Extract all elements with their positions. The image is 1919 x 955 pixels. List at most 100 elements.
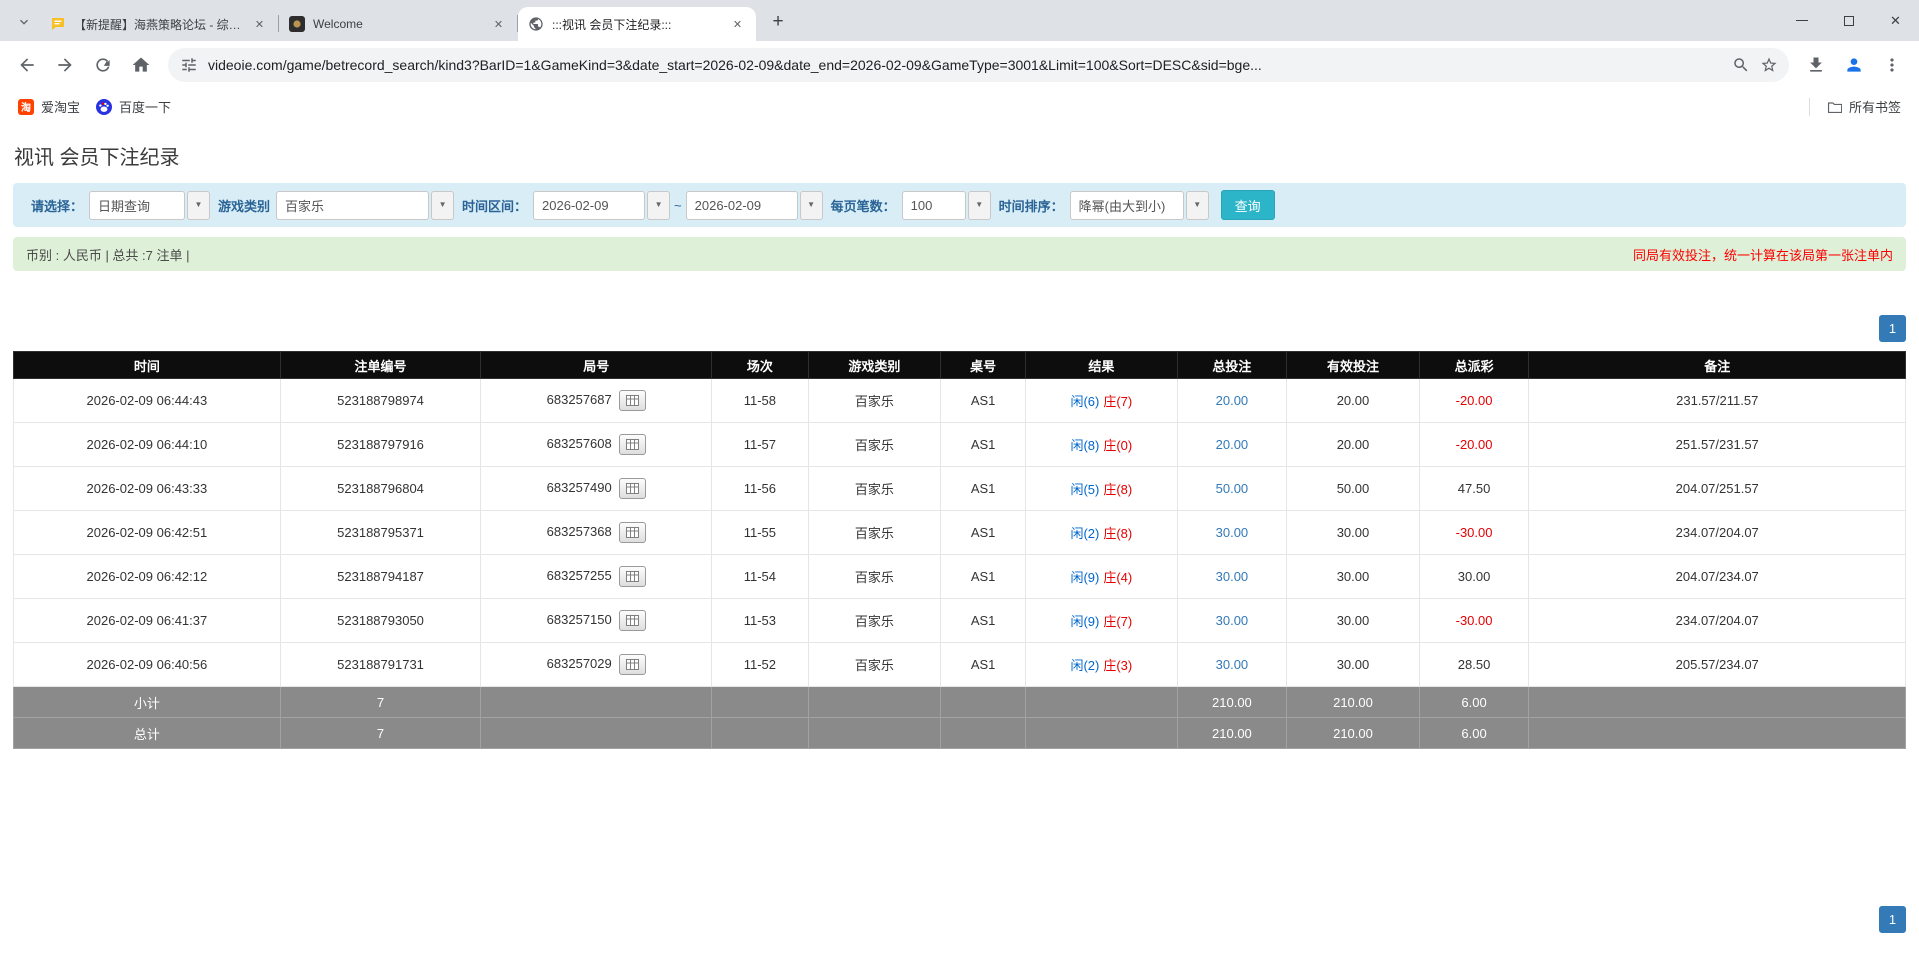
grid-icon — [625, 615, 639, 626]
round-detail-button[interactable] — [618, 478, 646, 499]
tab-welcome[interactable]: Welcome ✕ — [279, 7, 517, 41]
col-header-1: 注单编号 — [279, 351, 482, 379]
chevron-down-icon[interactable]: ▼ — [647, 190, 671, 220]
col-header-5: 桌号 — [940, 351, 1027, 379]
chevron-down-icon[interactable]: ▼ — [1185, 190, 1209, 220]
close-icon: ✕ — [1890, 12, 1901, 28]
cell-note: 234.07/204.07 — [1528, 598, 1906, 643]
downloads-button[interactable] — [1799, 48, 1833, 82]
cell-total-bet[interactable]: 20.00 — [1176, 422, 1288, 467]
note-text: 同局有效投注，统一计算在该局第一张注单内 — [1632, 247, 1893, 263]
grid-icon — [625, 527, 639, 538]
col-header-3: 场次 — [711, 351, 809, 379]
tab-close-icon[interactable]: ✕ — [251, 16, 268, 33]
date-end-input[interactable]: 2026-02-09 — [685, 190, 798, 220]
tab-forum[interactable]: 【新提醒】海燕策略论坛 - 综合... ✕ — [40, 7, 278, 41]
result-player: 闲(6) — [1070, 394, 1100, 409]
cell-round: 683257255 — [480, 554, 713, 599]
search-button[interactable]: 查询 — [1220, 190, 1275, 220]
maximize-button[interactable] — [1825, 0, 1872, 41]
cell-note: 204.07/234.07 — [1528, 554, 1906, 599]
tab-strip: 【新提醒】海燕策略论坛 - 综合... ✕ Welcome ✕ :::视讯 会员… — [0, 0, 1919, 41]
minimize-icon — [1795, 20, 1808, 21]
cell-note: 205.57/234.07 — [1528, 642, 1906, 687]
home-button[interactable] — [124, 48, 158, 82]
page-1-button[interactable]: 1 — [1879, 906, 1906, 933]
tab-search-button[interactable] — [10, 8, 38, 36]
cell-table: AS1 — [940, 554, 1027, 599]
result-banker: 庄(7) — [1103, 394, 1133, 409]
reload-icon — [96, 58, 110, 72]
zoom-icon[interactable] — [1727, 51, 1755, 79]
person-icon — [1847, 58, 1861, 72]
date-start-input[interactable]: 2026-02-09 — [533, 190, 646, 220]
round-detail-button[interactable] — [618, 390, 646, 411]
chevron-down-icon[interactable]: ▼ — [431, 190, 455, 220]
page-1-button[interactable]: 1 — [1879, 315, 1906, 342]
profile-button[interactable] — [1837, 48, 1871, 82]
bookmark-baidu[interactable]: 百度一下 — [88, 93, 179, 120]
grid-icon — [625, 571, 639, 582]
url-bar[interactable]: videoie.com/game/betrecord_search/kind3?… — [168, 48, 1789, 82]
close-window-button[interactable]: ✕ — [1872, 0, 1919, 41]
cell-valid-bet: 30.00 — [1286, 554, 1420, 599]
cell-session: 11-52 — [711, 642, 809, 687]
round-id: 683257029 — [546, 655, 612, 671]
bookmark-aitaobao[interactable]: 淘 爱淘宝 — [10, 93, 88, 120]
game-type-value[interactable]: 百家乐 — [276, 190, 430, 220]
select-type-value[interactable]: 日期查询 — [89, 190, 186, 220]
cell-total-bet[interactable]: 30.00 — [1176, 598, 1288, 643]
round-detail-button[interactable] — [618, 522, 646, 543]
cell-bet-id: 523188795371 — [279, 510, 482, 555]
site-info-icon[interactable] — [180, 56, 198, 74]
cell-total-bet[interactable]: 50.00 — [1176, 466, 1288, 511]
pagination-bottom: 1 — [13, 906, 1906, 933]
chevron-down-icon[interactable]: ▼ — [967, 190, 991, 220]
new-tab-button[interactable]: + — [764, 8, 792, 36]
round-detail-button[interactable] — [618, 566, 646, 587]
filter-bar: 请选择： 日期查询 ▼ 游戏类别 百家乐 ▼ 时间区间： 2026-02-09 … — [13, 183, 1906, 227]
tab-close-icon[interactable]: ✕ — [729, 16, 746, 33]
cell-table: AS1 — [940, 422, 1027, 467]
cell-bet-id: 523188791731 — [279, 642, 482, 687]
sort-value[interactable]: 降幂(由大到小) — [1069, 190, 1184, 220]
menu-button[interactable] — [1875, 48, 1909, 82]
round-id: 683257490 — [546, 479, 612, 495]
cell-payout: -30.00 — [1418, 510, 1530, 555]
col-header-7: 总投注 — [1176, 351, 1288, 379]
chevron-down-icon[interactable]: ▼ — [799, 190, 823, 220]
cell-time: 2026-02-09 06:40:56 — [13, 642, 281, 687]
round-detail-button[interactable] — [618, 654, 646, 675]
date-start-combo: 2026-02-09 ▼ — [533, 190, 671, 220]
bookmark-label: 爱淘宝 — [41, 100, 81, 115]
bookmark-star-icon[interactable] — [1755, 51, 1783, 79]
per-page-input[interactable]: 100 — [901, 190, 966, 220]
pagination-top: 1 — [13, 315, 1906, 342]
select-type-combo: 日期查询 ▼ — [89, 190, 211, 220]
col-header-2: 局号 — [480, 351, 713, 379]
round-id: 683257687 — [546, 391, 612, 407]
table-row: 2026-02-09 06:42:51 523188795371 6832573… — [13, 510, 1906, 555]
cell-round: 683257687 — [480, 378, 713, 423]
cell-total-bet[interactable]: 30.00 — [1176, 554, 1288, 599]
cell-game: 百家乐 — [807, 642, 942, 687]
url-text[interactable]: videoie.com/game/betrecord_search/kind3?… — [208, 57, 1717, 73]
back-button[interactable] — [10, 48, 44, 82]
all-bookmarks-button[interactable]: 所有书签 — [1818, 93, 1909, 120]
minimize-button[interactable] — [1778, 0, 1825, 41]
round-detail-button[interactable] — [618, 610, 646, 631]
col-header-6: 结果 — [1025, 351, 1178, 379]
chevron-down-icon[interactable]: ▼ — [187, 190, 211, 220]
tab-close-icon[interactable]: ✕ — [490, 16, 507, 33]
cell-total-bet[interactable]: 30.00 — [1176, 510, 1288, 555]
cell-payout: -20.00 — [1418, 422, 1530, 467]
cell-total-bet[interactable]: 20.00 — [1176, 378, 1288, 423]
cell-time: 2026-02-09 06:41:37 — [13, 598, 281, 643]
cell-bet-id: 523188794187 — [279, 554, 482, 599]
table-row: 2026-02-09 06:41:37 523188793050 6832571… — [13, 598, 1906, 643]
tab-bet-records[interactable]: :::视讯 会员下注纪录::: ✕ — [518, 7, 756, 41]
cell-total-bet[interactable]: 30.00 — [1176, 642, 1288, 687]
forward-button[interactable] — [48, 48, 82, 82]
round-detail-button[interactable] — [618, 434, 646, 455]
reload-button[interactable] — [86, 48, 120, 82]
